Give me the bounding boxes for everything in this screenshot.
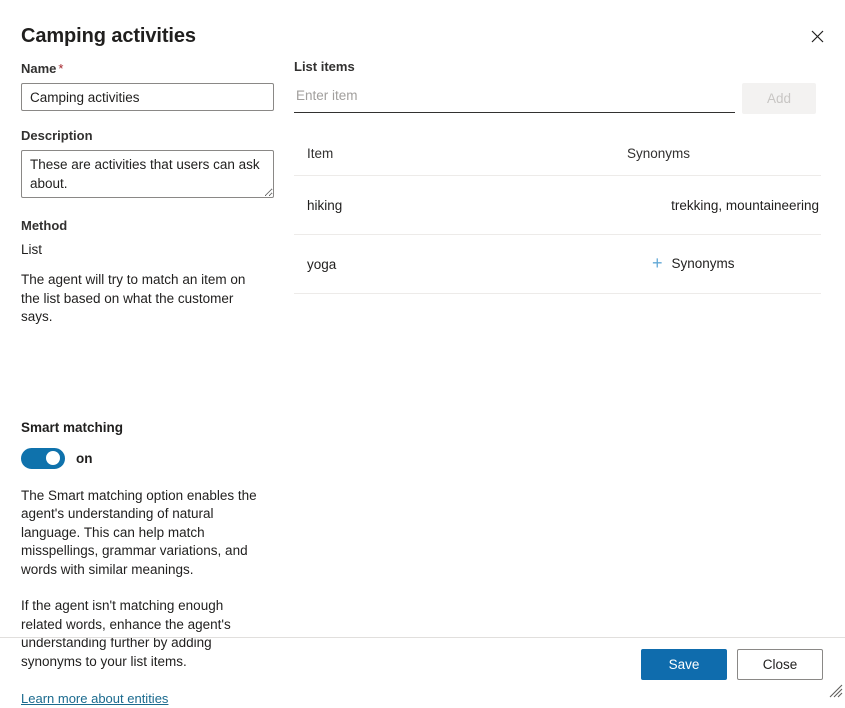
column-header-item: Item	[294, 146, 627, 176]
description-textarea[interactable]	[21, 150, 274, 198]
smart-matching-toggle-state: on	[76, 451, 93, 466]
name-label: Name*	[21, 60, 276, 78]
plus-icon: +	[652, 257, 663, 269]
smart-matching-title: Smart matching	[21, 419, 276, 437]
table-header: Item Synonyms	[294, 146, 821, 176]
add-item-button[interactable]: Add	[742, 83, 816, 114]
table-body: hiking trekking, mountaineering yoga + S…	[294, 176, 821, 294]
cell-synonyms: trekking, mountaineering	[627, 176, 821, 235]
save-button[interactable]: Save	[641, 649, 727, 680]
column-header-synonyms: Synonyms	[627, 146, 821, 176]
smart-matching-toggle-row: on	[21, 448, 276, 469]
name-input[interactable]	[21, 83, 274, 111]
method-helper-text: The agent will try to match an item on t…	[21, 271, 261, 327]
footer-divider	[0, 637, 845, 638]
method-label: Method	[21, 217, 276, 235]
list-items-label: List items	[294, 58, 821, 76]
list-item-input[interactable]	[294, 83, 735, 113]
smart-matching-section: Smart matching on The Smart matching opt…	[21, 419, 276, 708]
learn-more-link[interactable]: Learn more about entities	[21, 691, 168, 706]
cell-item: hiking	[294, 176, 627, 235]
smart-matching-toggle[interactable]	[21, 448, 65, 469]
table-header-row: Item Synonyms	[294, 146, 821, 176]
synonyms-text: trekking, mountaineering	[628, 198, 819, 213]
smart-matching-paragraph-1: The Smart matching option enables the ag…	[21, 487, 268, 580]
description-label: Description	[21, 127, 276, 145]
smart-matching-paragraph-2: If the agent isn't matching enough relat…	[21, 597, 268, 671]
table-row[interactable]: hiking trekking, mountaineering	[294, 176, 821, 235]
dialog-footer: Save Close	[641, 649, 823, 680]
list-items-table: Item Synonyms hiking trekking, mountaine…	[294, 146, 821, 294]
entity-editor-dialog: Camping activities Name* Description Met…	[0, 0, 845, 700]
name-label-text: Name	[21, 61, 56, 76]
toggle-knob	[46, 451, 60, 465]
page-title: Camping activities	[21, 22, 196, 50]
spacer	[21, 203, 276, 217]
close-icon	[811, 30, 824, 43]
close-dialog-button[interactable]	[801, 20, 833, 52]
add-synonyms-label: Synonyms	[672, 256, 735, 271]
method-value: List	[21, 240, 276, 259]
resize-grip-icon	[829, 684, 843, 698]
entity-details-pane: Name* Description Method List The agent …	[21, 60, 276, 708]
add-item-row: Add	[294, 83, 821, 114]
cell-item: yoga	[294, 235, 627, 294]
window-resize-grip[interactable]	[829, 684, 843, 698]
cell-synonyms: + Synonyms	[627, 235, 821, 294]
list-items-pane: List items Add Item Synonyms hiking trek…	[294, 58, 821, 294]
spacer	[21, 111, 276, 127]
required-asterisk: *	[56, 61, 63, 76]
table-row[interactable]: yoga + Synonyms	[294, 235, 821, 294]
close-button[interactable]: Close	[737, 649, 823, 680]
add-synonyms-button[interactable]: + Synonyms	[652, 256, 735, 271]
